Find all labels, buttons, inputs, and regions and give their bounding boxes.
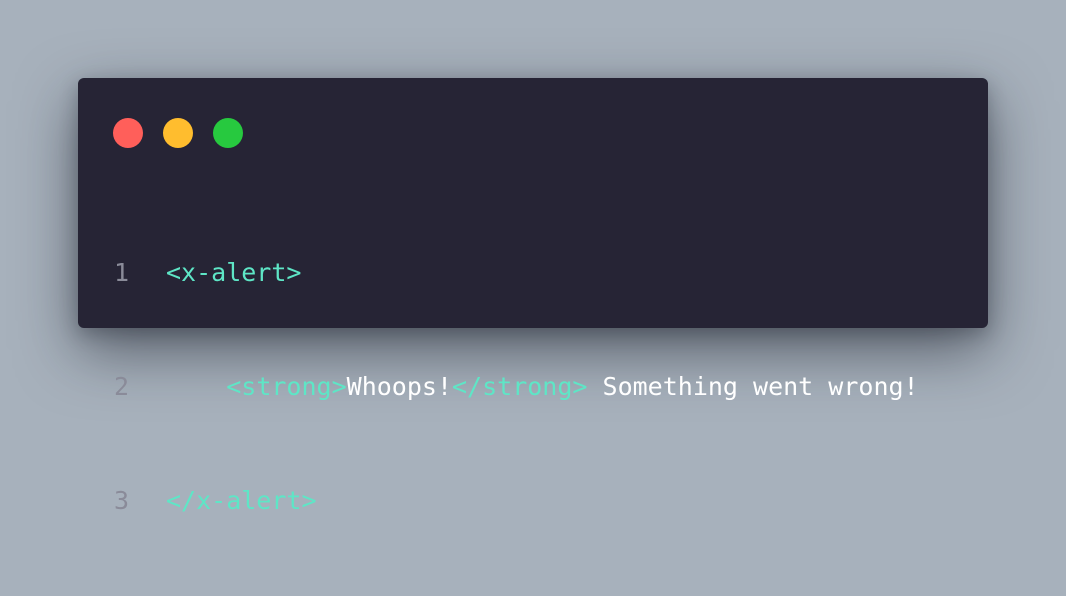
line-number: 3: [114, 486, 130, 515]
window-controls: [113, 118, 243, 148]
line-number: 1: [114, 258, 130, 287]
open-strong-tag: <strong>: [226, 372, 347, 401]
open-x-alert-tag: <x-alert>: [166, 258, 302, 287]
close-dot[interactable]: [113, 118, 143, 148]
code-line-2: 2 <strong>Whoops!</strong> Something wen…: [114, 368, 919, 406]
message-text: Something went wrong!: [587, 372, 919, 401]
line-content: <strong>Whoops!</strong> Something went …: [166, 368, 919, 406]
code-window: 1 <x-alert> 2 <strong>Whoops!</strong> S…: [78, 78, 988, 515]
close-x-alert-tag: </x-alert>: [166, 486, 317, 515]
minimize-dot[interactable]: [163, 118, 193, 148]
line-content: <x-alert>: [166, 254, 301, 292]
strong-text: Whoops!: [346, 372, 452, 401]
code-line-3: 3 </x-alert>: [114, 482, 919, 520]
close-strong-tag: </strong>: [452, 372, 588, 401]
code-block: 1 <x-alert> 2 <strong>Whoops!</strong> S…: [114, 178, 919, 596]
line-number: 2: [114, 372, 130, 401]
line-content: </x-alert>: [166, 482, 317, 520]
code-line-1: 1 <x-alert>: [114, 254, 919, 292]
maximize-dot[interactable]: [213, 118, 243, 148]
